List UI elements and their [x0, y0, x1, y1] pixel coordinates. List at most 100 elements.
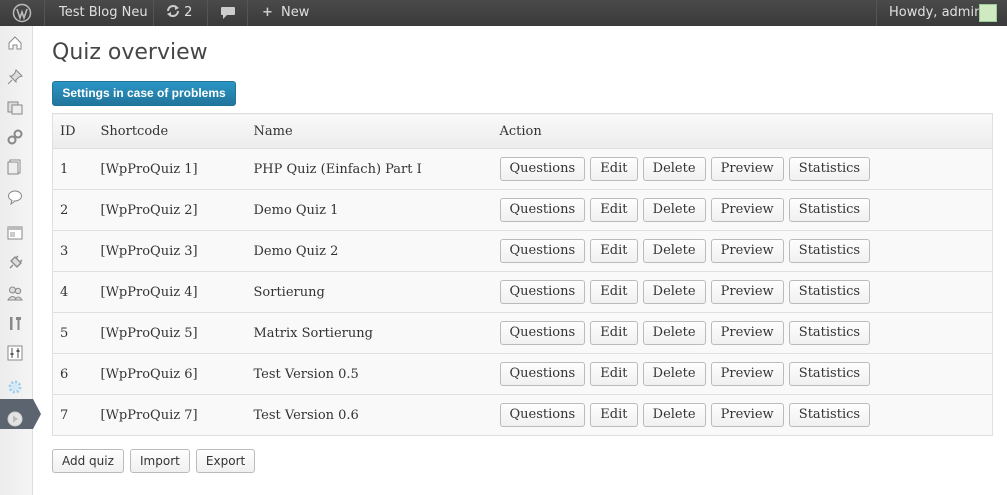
cell-id: 6 — [52, 353, 94, 395]
cell-id: 5 — [52, 312, 94, 354]
delete-button[interactable]: Delete — [642, 239, 706, 263]
questions-button[interactable]: Questions — [499, 403, 586, 427]
import-button[interactable]: Import — [130, 449, 190, 473]
questions-button[interactable]: Questions — [499, 321, 586, 345]
preview-button[interactable]: Preview — [710, 239, 784, 263]
cell-id: 7 — [52, 394, 94, 436]
column-header-shortcode: Shortcode — [93, 113, 247, 149]
export-button[interactable]: Export — [195, 449, 256, 473]
comments-icon[interactable] — [4, 186, 26, 208]
appearance-icon[interactable] — [4, 222, 26, 244]
cell-actions: Questions Edit Delete Preview Statistics — [492, 353, 993, 395]
pages-icon[interactable] — [4, 156, 26, 178]
plugins-icon[interactable] — [4, 252, 26, 274]
wp-logo-menu[interactable] — [0, 0, 45, 26]
delete-button[interactable]: Delete — [642, 403, 706, 427]
table-row: 5 [WpProQuiz 5] Matrix Sortierung Questi… — [52, 312, 993, 354]
cell-actions: Questions Edit Delete Preview Statistics — [492, 189, 993, 231]
links-icon[interactable] — [4, 126, 26, 148]
add-quiz-button[interactable]: Add quiz — [52, 449, 124, 473]
delete-button[interactable]: Delete — [642, 198, 706, 222]
column-header-name: Name — [246, 113, 493, 149]
cell-actions: Questions Edit Delete Preview Statistics — [492, 271, 993, 313]
table-row: 7 [WpProQuiz 7] Test Version 0.6 Questio… — [52, 394, 993, 436]
statistics-button[interactable]: Statistics — [788, 280, 871, 304]
edit-button[interactable]: Edit — [590, 280, 638, 304]
main-content: Quiz overview Settings in case of proble… — [34, 26, 1007, 495]
cell-shortcode: [WpProQuiz 3] — [93, 230, 247, 272]
delete-button[interactable]: Delete — [642, 280, 706, 304]
preview-button[interactable]: Preview — [710, 198, 784, 222]
table-row: 6 [WpProQuiz 6] Test Version 0.5 Questio… — [52, 353, 993, 395]
questions-button[interactable]: Questions — [499, 198, 586, 222]
refresh-icon — [167, 5, 179, 17]
statistics-button[interactable]: Statistics — [788, 403, 871, 427]
cell-shortcode: [WpProQuiz 6] — [93, 353, 247, 395]
cell-id: 1 — [52, 148, 94, 190]
settings-problems-button[interactable]: Settings in case of problems — [52, 81, 236, 106]
cell-name: Test Version 0.6 — [246, 394, 493, 436]
edit-button[interactable]: Edit — [590, 321, 638, 345]
users-icon[interactable] — [4, 282, 26, 304]
table-row: 2 [WpProQuiz 2] Demo Quiz 1 Questions Ed… — [52, 189, 993, 231]
edit-button[interactable]: Edit — [590, 239, 638, 263]
statistics-button[interactable]: Statistics — [788, 157, 871, 181]
cell-shortcode: [WpProQuiz 5] — [93, 312, 247, 354]
cell-name: Demo Quiz 2 — [246, 230, 493, 272]
cell-name: Sortierung — [246, 271, 493, 313]
column-header-action: Action — [492, 113, 993, 149]
preview-button[interactable]: Preview — [710, 403, 784, 427]
edit-button[interactable]: Edit — [590, 157, 638, 181]
collapse-icon[interactable] — [4, 408, 26, 430]
statistics-button[interactable]: Statistics — [788, 362, 871, 386]
site-name-link[interactable]: Test Blog Neu — [45, 0, 154, 26]
statistics-button[interactable]: Statistics — [788, 321, 871, 345]
comments-link[interactable] — [208, 0, 248, 26]
delete-button[interactable]: Delete — [642, 362, 706, 386]
edit-button[interactable]: Edit — [590, 362, 638, 386]
cell-shortcode: [WpProQuiz 4] — [93, 271, 247, 313]
dashboard-icon[interactable] — [4, 32, 26, 54]
preview-button[interactable]: Preview — [710, 157, 784, 181]
my-account-menu[interactable]: Howdy, admin — [876, 0, 1007, 26]
questions-button[interactable]: Questions — [499, 157, 586, 181]
statistics-button[interactable]: Statistics — [788, 198, 871, 222]
updates-link[interactable]: 2 — [154, 0, 208, 26]
avatar — [979, 4, 997, 22]
posts-pin-icon[interactable] — [4, 66, 26, 88]
cell-name: Matrix Sortierung — [246, 312, 493, 354]
questions-button[interactable]: Questions — [499, 362, 586, 386]
table-row: 3 [WpProQuiz 3] Demo Quiz 2 Questions Ed… — [52, 230, 993, 272]
questions-button[interactable]: Questions — [499, 239, 586, 263]
plus-icon: + — [262, 5, 273, 20]
quiz-gear-icon[interactable] — [4, 376, 26, 398]
cell-actions: Questions Edit Delete Preview Statistics — [492, 312, 993, 354]
media-icon[interactable] — [4, 96, 26, 118]
cell-name: Demo Quiz 1 — [246, 189, 493, 231]
edit-button[interactable]: Edit — [590, 403, 638, 427]
edit-button[interactable]: Edit — [590, 198, 638, 222]
new-label: New — [281, 5, 310, 20]
tools-icon[interactable] — [4, 312, 26, 334]
table-header-row: ID Shortcode Name Action — [52, 113, 993, 149]
comment-icon — [221, 7, 235, 19]
delete-button[interactable]: Delete — [642, 157, 706, 181]
cell-name: Test Version 0.5 — [246, 353, 493, 395]
statistics-button[interactable]: Statistics — [788, 239, 871, 263]
preview-button[interactable]: Preview — [710, 362, 784, 386]
cell-name: PHP Quiz (Einfach) Part I — [246, 148, 493, 190]
cell-shortcode: [WpProQuiz 1] — [93, 148, 247, 190]
table-row: 4 [WpProQuiz 4] Sortierung Questions Edi… — [52, 271, 993, 313]
cell-shortcode: [WpProQuiz 2] — [93, 189, 247, 231]
questions-button[interactable]: Questions — [499, 280, 586, 304]
cell-actions: Questions Edit Delete Preview Statistics — [492, 148, 993, 190]
settings-icon[interactable] — [4, 342, 26, 364]
cell-actions: Questions Edit Delete Preview Statistics — [492, 394, 993, 436]
preview-button[interactable]: Preview — [710, 280, 784, 304]
delete-button[interactable]: Delete — [642, 321, 706, 345]
preview-button[interactable]: Preview — [710, 321, 784, 345]
table-row: 1 [WpProQuiz 1] PHP Quiz (Einfach) Part … — [52, 148, 993, 190]
page-title: Quiz overview — [52, 40, 208, 65]
new-content-menu[interactable]: + New — [248, 0, 323, 26]
cell-actions: Questions Edit Delete Preview Statistics — [492, 230, 993, 272]
